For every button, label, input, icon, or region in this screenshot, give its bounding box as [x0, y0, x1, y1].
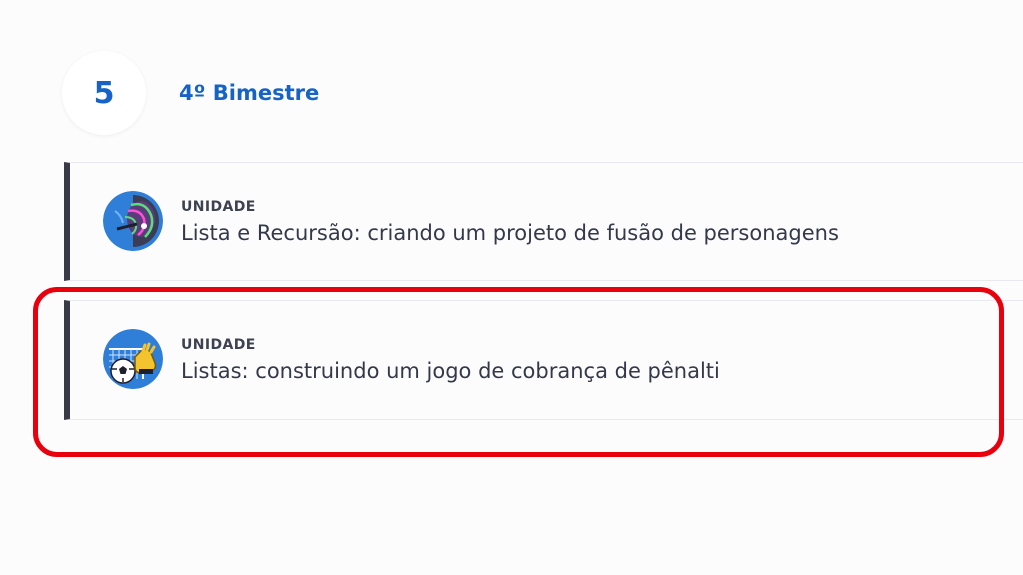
unit-title-link[interactable]: Listas: construindo um jogo de cobrança …	[181, 359, 720, 383]
section-header: 5 4º Bimestre	[62, 51, 319, 135]
unit-card-1[interactable]: UNIDADE Lista e Recursão: criando um pro…	[64, 162, 1023, 281]
unit-kicker: UNIDADE	[181, 337, 256, 353]
section-number-badge: 5	[62, 51, 146, 135]
penalty-kick-icon	[103, 329, 163, 389]
character-fusion-icon	[103, 191, 163, 251]
unit-kicker: UNIDADE	[181, 199, 256, 215]
unit-title-link[interactable]: Lista e Recursão: criando um projeto de …	[181, 221, 839, 245]
section-title: 4º Bimestre	[179, 81, 320, 105]
unit-card-2[interactable]: UNIDADE Listas: construindo um jogo de c…	[64, 300, 1023, 420]
